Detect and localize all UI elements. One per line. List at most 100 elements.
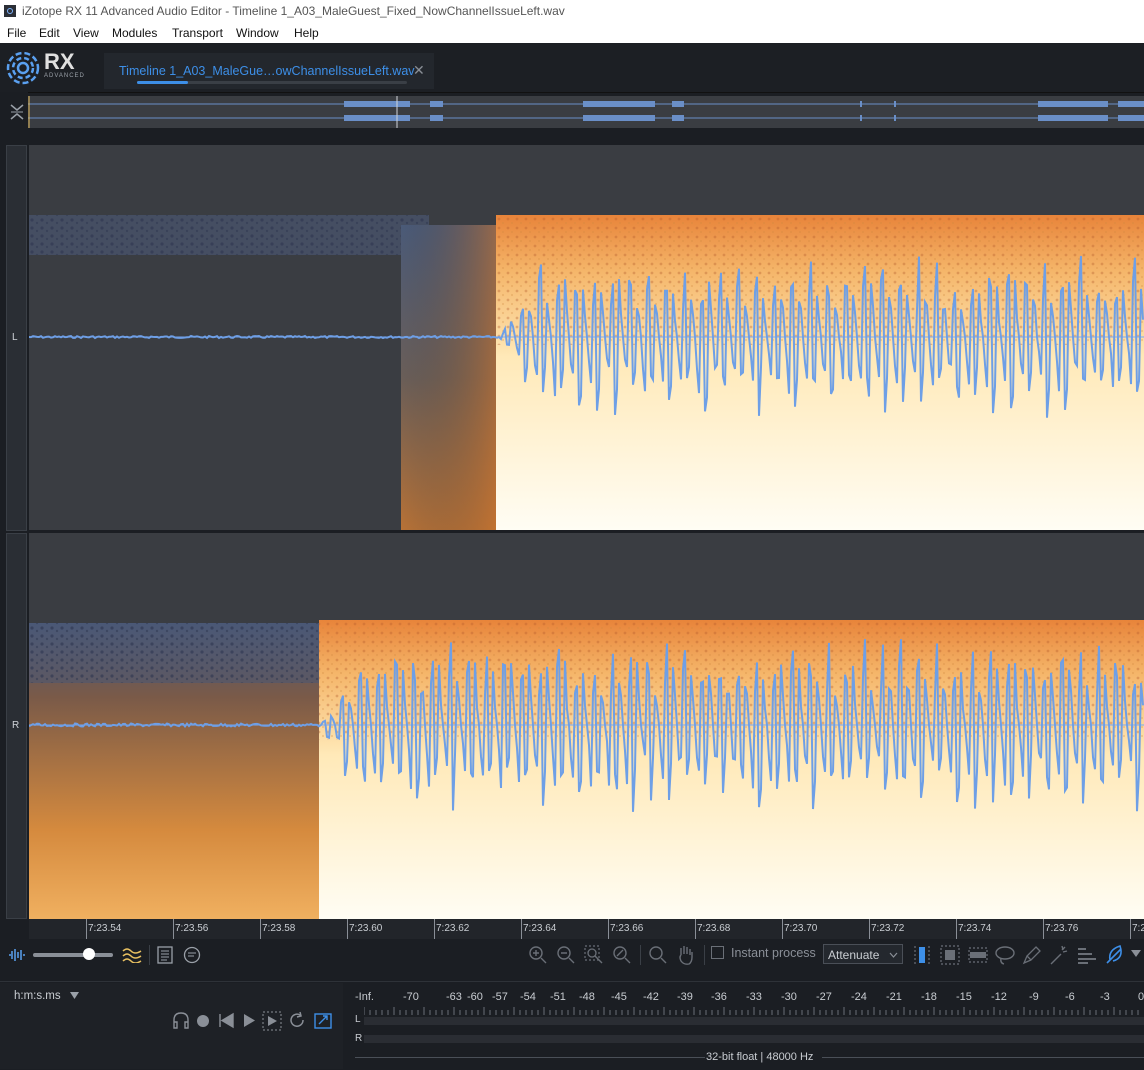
brush-icon[interactable] bbox=[1022, 945, 1042, 965]
menu-modules[interactable]: Modules bbox=[112, 23, 157, 43]
meter-channel-label: R bbox=[355, 1033, 363, 1044]
meter-scale-label: -15 bbox=[956, 991, 972, 1003]
magic-wand-icon[interactable] bbox=[1048, 945, 1070, 965]
divider bbox=[822, 1057, 1144, 1058]
zoom-in-icon[interactable] bbox=[528, 945, 548, 965]
collapse-overview-icon[interactable] bbox=[8, 99, 26, 125]
instant-process-checkbox[interactable] bbox=[711, 946, 724, 959]
lasso-icon[interactable] bbox=[994, 945, 1016, 965]
loop-icon[interactable] bbox=[288, 1011, 306, 1029]
menu-file[interactable]: File bbox=[7, 23, 26, 43]
ruler-tick bbox=[956, 919, 957, 939]
meter-scale-label: -54 bbox=[520, 991, 536, 1003]
time-selection-icon[interactable] bbox=[912, 945, 932, 965]
meter-scale-label: -27 bbox=[816, 991, 832, 1003]
record-icon[interactable] bbox=[196, 1011, 210, 1029]
time-frequency-selection-icon[interactable] bbox=[940, 945, 960, 965]
frequency-selection-icon[interactable] bbox=[968, 945, 988, 965]
chevron-down-icon[interactable] bbox=[1130, 949, 1142, 959]
spectrogram-display[interactable] bbox=[29, 145, 1144, 919]
playback-follow-icon[interactable] bbox=[314, 1011, 332, 1029]
zoom-selection-icon[interactable] bbox=[584, 945, 604, 965]
meter-scale-label: -6 bbox=[1065, 991, 1075, 1003]
format-info: 32-bit float | 48000 Hz bbox=[706, 1051, 814, 1063]
spectrogram-blend-slider[interactable] bbox=[33, 953, 113, 957]
meter-scale-label: -39 bbox=[677, 991, 693, 1003]
meter-scale-label: -Inf. bbox=[355, 991, 374, 1003]
headphones-icon[interactable] bbox=[172, 1011, 190, 1029]
close-icon[interactable]: ✕ bbox=[413, 62, 425, 79]
menu-window[interactable]: Window bbox=[236, 23, 279, 43]
harmonic-selection-icon[interactable] bbox=[1076, 945, 1098, 965]
waveform-view-icon[interactable] bbox=[8, 948, 26, 962]
load-progress-bar bbox=[137, 81, 407, 84]
slider-knob[interactable] bbox=[83, 948, 95, 960]
ruler-tick bbox=[86, 919, 87, 939]
meter-bar-right bbox=[364, 1035, 1144, 1043]
ruler-tick bbox=[1130, 919, 1131, 939]
zoom-out-icon[interactable] bbox=[556, 945, 576, 965]
logo-text: RX bbox=[44, 49, 75, 74]
ruler-label: 7:23.72 bbox=[871, 923, 905, 934]
ruler-label: 7:23.68 bbox=[697, 923, 731, 934]
transport-controls bbox=[168, 1011, 338, 1031]
ruler-tick bbox=[173, 919, 174, 939]
comment-icon[interactable] bbox=[183, 946, 201, 964]
file-tab-label[interactable]: Timeline 1_A03_MaleGue…owChannelIssueLef… bbox=[119, 64, 415, 78]
app-icon bbox=[4, 5, 16, 17]
instant-process-toggle[interactable]: Instant process bbox=[711, 946, 816, 960]
ruler-label: 7:23.64 bbox=[523, 923, 557, 934]
rx-logo: RX ADVANCED bbox=[6, 47, 84, 87]
right-channel-spectrogram bbox=[29, 533, 1144, 919]
ruler-label: 7:23.62 bbox=[436, 923, 470, 934]
meter-scale-label: -60 bbox=[467, 991, 483, 1003]
menu-transport[interactable]: Transport bbox=[172, 23, 223, 43]
meter-scale-label: -3 bbox=[1100, 991, 1110, 1003]
ruler-label: 7:23.54 bbox=[88, 923, 122, 934]
ruler-tick bbox=[608, 919, 609, 939]
ruler-label: 7:23.66 bbox=[610, 923, 644, 934]
time-ruler[interactable]: 7:23.54 7:23.56 7:23.58 7:23.60 7:23.62 … bbox=[29, 919, 1144, 939]
zoom-fit-icon[interactable] bbox=[612, 945, 632, 965]
time-format-select[interactable]: h:m:s.ms bbox=[14, 990, 79, 1002]
ruler-label: 7:23.56 bbox=[175, 923, 209, 934]
left-channel-spectrogram bbox=[29, 145, 1144, 530]
ruler-label: 7:2 bbox=[1132, 923, 1144, 934]
overview-waveform bbox=[28, 96, 1144, 128]
right-channel-label: R bbox=[12, 720, 20, 731]
process-mode-select[interactable]: Attenuate bbox=[823, 944, 903, 964]
magnify-tool-icon[interactable] bbox=[648, 945, 668, 965]
meter-scale-label: 0 bbox=[1138, 991, 1144, 1003]
menu-view[interactable]: View bbox=[73, 23, 99, 43]
play-selection-icon[interactable] bbox=[262, 1011, 282, 1031]
meter-scale-label: -70 bbox=[403, 991, 419, 1003]
file-tab[interactable]: Timeline 1_A03_MaleGue…owChannelIssueLef… bbox=[104, 53, 434, 89]
ruler-label: 7:23.70 bbox=[784, 923, 818, 934]
ruler-tick bbox=[347, 919, 348, 939]
meter-scale-label: -30 bbox=[781, 991, 797, 1003]
menu-edit[interactable]: Edit bbox=[39, 23, 60, 43]
spectrogram-view-icon[interactable] bbox=[122, 947, 142, 963]
meter-scale-label: -42 bbox=[643, 991, 659, 1003]
hand-tool-icon[interactable] bbox=[676, 944, 696, 966]
window-title: iZotope RX 11 Advanced Audio Editor - Ti… bbox=[22, 4, 565, 18]
ruler-tick bbox=[695, 919, 696, 939]
menu-bar: File Edit View Modules Transport Window … bbox=[0, 23, 1144, 43]
ruler-tick bbox=[782, 919, 783, 939]
ruler-tick bbox=[1043, 919, 1044, 939]
document-icon[interactable] bbox=[157, 946, 173, 964]
feather-tool-icon[interactable] bbox=[1104, 944, 1126, 966]
meter-scale-label: -51 bbox=[550, 991, 566, 1003]
play-icon[interactable] bbox=[242, 1011, 256, 1029]
meter-channel-label: L bbox=[355, 1014, 361, 1025]
time-format-value: h:m:s.ms bbox=[14, 990, 61, 1002]
menu-help[interactable]: Help bbox=[294, 23, 319, 43]
meter-ticks bbox=[364, 1007, 1139, 1015]
right-channel-box[interactable]: R bbox=[6, 533, 27, 919]
left-channel-box[interactable]: L bbox=[6, 145, 27, 531]
skip-to-start-icon[interactable] bbox=[218, 1011, 234, 1029]
meter-scale-label: -36 bbox=[711, 991, 727, 1003]
waveform-overview[interactable] bbox=[28, 96, 1144, 128]
editor-toolbar bbox=[0, 939, 1144, 971]
meter-scale-label: -24 bbox=[851, 991, 867, 1003]
